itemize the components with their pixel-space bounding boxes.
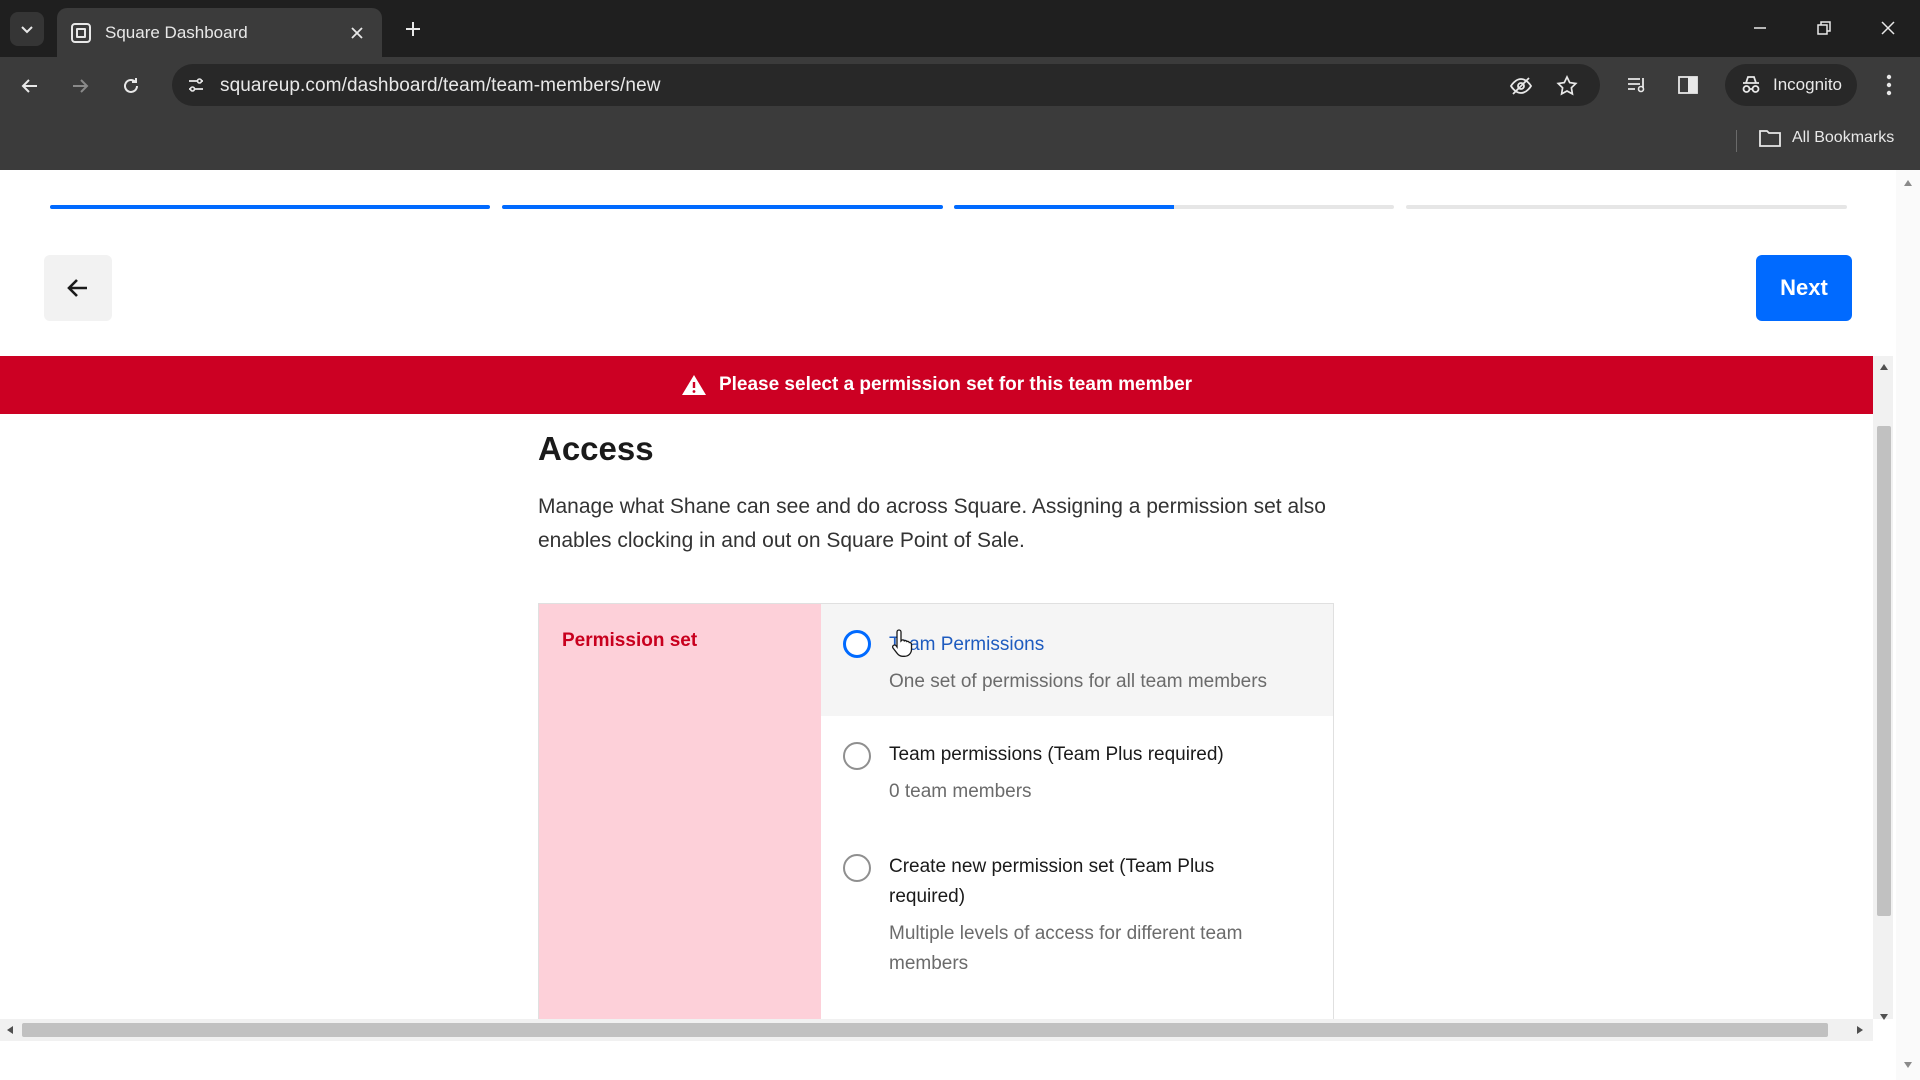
progress-step-3 [954,205,1394,209]
content-vertical-scroll-thumb[interactable] [1877,426,1891,916]
horizontal-scroll-thumb[interactable] [22,1023,1828,1037]
reload-icon [124,78,138,93]
access-title: Access [538,430,654,467]
browser-toolbar: squareup.com/dashboard/team/team-members… [0,57,1920,112]
all-bookmarks-button[interactable]: All Bookmarks [1758,128,1894,148]
tracking-protection-button[interactable] [1508,73,1534,99]
minimize-icon [1754,27,1766,29]
incognito-icon [1742,76,1760,93]
error-banner: Please select a permission set for this … [0,356,1873,414]
more-vertical-icon [1886,74,1892,96]
wizard-back-button[interactable] [44,255,112,321]
permission-option-create-new[interactable]: Create new permission set (Team Plus req… [821,828,1333,999]
tab-title: Square Dashboard [105,22,248,42]
hand-pointer-cursor-icon [892,629,913,657]
tab-search-dropdown[interactable] [10,12,44,46]
eye-off-icon [1509,77,1533,95]
scroll-left-arrow-icon[interactable] [5,1024,15,1036]
minimize-window-button[interactable] [1740,10,1780,46]
close-window-button[interactable] [1868,10,1908,46]
reload-button[interactable] [115,70,147,102]
access-description: Manage what Shane can see and do across … [538,495,1326,552]
tab-close-button[interactable] [344,20,370,46]
page-scroll-up-arrow-icon[interactable] [1902,178,1914,188]
playlist-music-icon [1628,78,1645,93]
progress-step-2 [502,205,943,209]
scroll-down-arrow-icon[interactable] [1878,1012,1890,1022]
incognito-label: Incognito [1773,75,1842,94]
side-panel-button[interactable] [1673,70,1703,100]
option-subtitle: One set of permissions for all team memb… [889,671,1268,692]
permission-set-card: Permission set Team Permissions One set … [538,603,1334,1027]
radio-team-permissions[interactable] [843,630,871,658]
close-icon [1881,21,1895,35]
url-text[interactable]: squareup.com/dashboard/team/team-members… [220,75,661,97]
restore-icon [1817,21,1831,35]
browser-tab-active[interactable]: Square Dashboard [57,8,382,57]
option-title: Team permissions (Team Plus required) [889,744,1224,765]
next-button[interactable]: Next [1756,255,1852,321]
warning-icon [681,375,706,395]
permission-set-options: Team Permissions One set of permissions … [821,604,1333,999]
option-subtitle: Multiple levels of access for different … [889,923,1243,974]
permission-set-label: Permission set [562,630,698,651]
incognito-indicator[interactable]: Incognito [1725,64,1857,106]
browser-menu-button[interactable] [1874,70,1904,100]
permission-option-team-plus[interactable]: Team permissions (Team Plus required) 0 … [821,716,1333,828]
arrow-left-icon [21,79,37,93]
media-controls-button[interactable] [1622,70,1652,100]
progress-step-2-fill [502,205,943,209]
page-scroll-down-arrow-icon[interactable] [1902,1060,1914,1070]
option-title: Team Permissions [889,634,1045,655]
forward-nav-button[interactable] [64,70,96,102]
address-bar[interactable]: squareup.com/dashboard/team/team-members… [172,64,1600,106]
progress-step-1-fill [50,205,490,209]
progress-step-4 [1406,205,1847,209]
back-nav-button[interactable] [14,70,46,102]
scroll-up-arrow-icon[interactable] [1878,362,1890,372]
square-favicon-icon [71,22,91,43]
close-icon [351,26,363,39]
page-viewport: Next Please select a permission set for … [0,170,1920,1080]
option-subtitle: 0 team members [889,781,1032,802]
error-message: Please select a permission set for this … [718,374,1193,395]
access-section: Access Manage what Shane can see and do … [538,430,1338,558]
new-tab-button[interactable] [398,14,428,44]
side-panel-icon [1678,76,1698,94]
permission-option-team-permissions[interactable]: Team Permissions One set of permissions … [821,604,1333,716]
bookmark-star-button[interactable] [1554,73,1580,99]
arrow-left-icon [67,279,87,297]
tune-icon [189,78,203,92]
option-title: Create new permission set (Team Plus req… [889,856,1215,907]
permission-set-label-column: Permission set [539,604,821,1025]
bookmarks-bar: All Bookmarks [0,112,1920,170]
restore-window-button[interactable] [1804,10,1844,46]
scroll-right-arrow-icon[interactable] [1855,1024,1865,1036]
site-info-button[interactable] [182,71,210,99]
chevron-down-icon [21,26,33,34]
arrow-right-icon [73,79,89,93]
browser-tab-bar: Square Dashboard [0,0,1920,57]
plus-icon [406,22,420,36]
folder-icon [1759,130,1781,147]
all-bookmarks-label: All Bookmarks [1792,129,1895,146]
progress-step-3-fill [954,205,1174,209]
star-icon [1556,75,1578,96]
progress-step-1 [50,205,490,209]
page-vertical-scrollbar[interactable] [1896,170,1920,1080]
bookmarks-divider [1736,130,1737,152]
radio-team-plus[interactable] [843,742,871,770]
radio-create-new[interactable] [843,854,871,882]
